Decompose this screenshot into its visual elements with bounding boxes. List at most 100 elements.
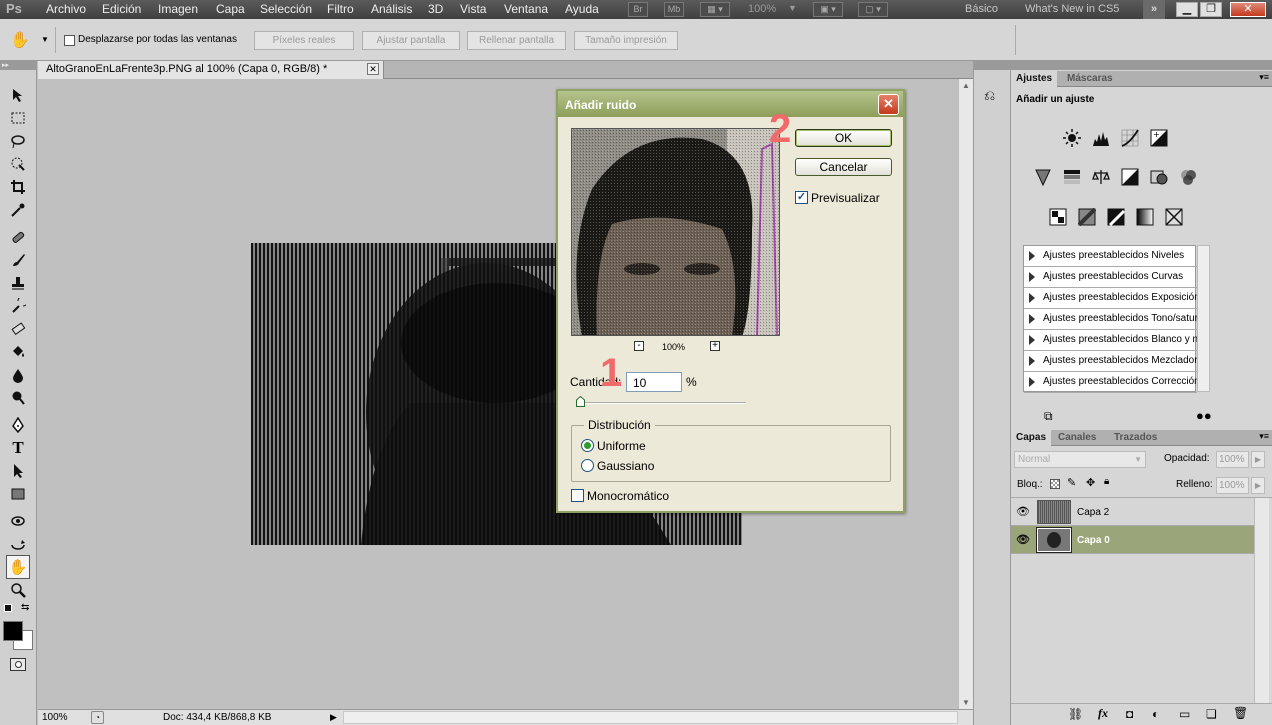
dock-strip-header[interactable] [974, 61, 1010, 70]
fit-screen-button[interactable]: Ajustar pantalla [362, 31, 460, 50]
preset-hue-saturation[interactable]: Ajustes preestablecidos Tono/saturación [1024, 309, 1197, 330]
mini-bridge-button[interactable]: Mb [664, 2, 684, 17]
bridge-button[interactable]: Br [628, 2, 648, 17]
dialog-title-bar[interactable]: Añadir ruido [558, 91, 903, 117]
layer-name[interactable]: Capa 2 [1077, 507, 1109, 518]
menu-analisis[interactable]: Análisis [371, 2, 412, 16]
menu-archivo[interactable]: Archivo [46, 2, 86, 16]
layer-mask-icon[interactable]: ◘ [1126, 707, 1133, 721]
adjustment-mode-icon[interactable]: ⧉ [1044, 409, 1053, 424]
layer-name[interactable]: Capa 0 [1077, 535, 1110, 546]
blur-tool-icon[interactable] [8, 365, 28, 385]
eyedropper-tool-icon[interactable] [8, 200, 28, 220]
uniform-radio[interactable] [581, 439, 594, 452]
threshold-icon[interactable] [1105, 207, 1127, 227]
actual-pixels-button[interactable]: Píxeles reales [254, 31, 354, 50]
curves-icon[interactable] [1119, 128, 1141, 148]
canvas-vertical-scrollbar[interactable]: ▲ ▼ [958, 79, 973, 709]
lock-position-icon[interactable]: ✥ [1086, 476, 1095, 489]
preset-selective-color[interactable]: Ajustes preestablecidos Corrección selec… [1024, 372, 1197, 393]
zoom-level[interactable]: 100% [748, 3, 776, 15]
menu-imagen[interactable]: Imagen [158, 2, 198, 16]
clone-stamp-tool-icon[interactable] [8, 273, 28, 293]
new-layer-icon[interactable]: ❏ [1206, 707, 1217, 721]
amount-slider-track[interactable] [576, 402, 746, 404]
menu-edicion[interactable]: Edición [102, 2, 141, 16]
history-panel-icon[interactable]: ⎌ [984, 87, 1000, 105]
layer-row-capa-0[interactable]: 👁︎ Capa 0 [1011, 526, 1254, 554]
filter-preview[interactable] [571, 128, 780, 336]
canvas-horizontal-scrollbar[interactable] [343, 711, 958, 724]
channel-mixer-icon[interactable] [1177, 167, 1199, 187]
opacity-input[interactable]: 100% [1216, 451, 1249, 468]
workspace-basico[interactable]: Básico [965, 3, 998, 15]
preview-zoom-out-button[interactable]: - [634, 341, 644, 351]
expand-triangle-icon[interactable] [1029, 377, 1035, 387]
pen-tool-icon[interactable] [8, 415, 28, 435]
eraser-tool-icon[interactable] [8, 319, 28, 339]
tab-mascaras[interactable]: Máscaras [1062, 71, 1118, 87]
preview-zoom-in-button[interactable]: + [710, 341, 720, 351]
layer-row-capa-2[interactable]: 👁︎ Capa 2 [1011, 498, 1254, 526]
expand-triangle-icon[interactable] [1029, 251, 1035, 261]
menu-capa[interactable]: Capa [216, 2, 245, 16]
quick-mask-icon[interactable] [10, 658, 26, 671]
expand-triangle-icon[interactable] [1029, 293, 1035, 303]
close-document-icon[interactable]: ✕ [367, 63, 379, 75]
gaussian-radio[interactable] [581, 459, 594, 472]
preset-black-white[interactable]: Ajustes preestablecidos Blanco y negro [1024, 330, 1197, 351]
dodge-tool-icon[interactable] [8, 388, 28, 408]
zoom-tool-icon[interactable] [8, 580, 28, 600]
exposure-icon[interactable]: + [1148, 128, 1170, 148]
close-window-button[interactable]: ✕ [1230, 2, 1266, 17]
type-tool-icon[interactable]: T [8, 438, 28, 458]
expand-triangle-icon[interactable] [1029, 356, 1035, 366]
print-size-button[interactable]: Tamaño impresión [574, 31, 678, 50]
fill-screen-button[interactable]: Rellenar pantalla [467, 31, 566, 50]
link-layers-icon[interactable]: ⛓︎ [1068, 707, 1083, 721]
hand-tool-icon[interactable]: ✋ [6, 555, 30, 579]
fill-input[interactable]: 100% [1216, 477, 1249, 494]
restore-window-button[interactable]: ❐ [1200, 2, 1222, 17]
menu-ayuda[interactable]: Ayuda [565, 2, 599, 16]
amount-slider-thumb[interactable] [575, 395, 585, 407]
menu-ventana[interactable]: Ventana [504, 2, 548, 16]
cancel-button[interactable]: Cancelar [795, 158, 892, 176]
arrange-documents-button[interactable]: ▣ ▾ [813, 2, 843, 17]
vibrance-icon[interactable] [1032, 167, 1054, 187]
view-extras-dropdown[interactable]: ▦ ▾ [700, 2, 730, 17]
tab-ajustes[interactable]: Ajustes [1011, 71, 1058, 87]
scroll-up-icon[interactable]: ▲ [962, 81, 970, 90]
color-balance-icon[interactable] [1090, 167, 1112, 187]
menu-vista[interactable]: Vista [460, 2, 486, 16]
status-zoom[interactable]: 100% [42, 710, 68, 725]
lasso-tool-icon[interactable] [8, 131, 28, 151]
brush-tool-icon[interactable] [8, 250, 28, 270]
move-tool-icon[interactable] [8, 85, 28, 105]
photo-filter-icon[interactable] [1148, 167, 1170, 187]
history-brush-tool-icon[interactable] [8, 296, 28, 316]
clip-to-layer-icon[interactable]: ●● [1196, 408, 1212, 423]
ok-button[interactable]: OK [795, 129, 892, 147]
crop-tool-icon[interactable] [8, 177, 28, 197]
tab-trazados[interactable]: Trazados [1109, 430, 1162, 446]
3d-orbit-tool-icon[interactable] [8, 534, 28, 554]
amount-input[interactable]: 10 [626, 372, 682, 392]
levels-icon[interactable] [1090, 128, 1112, 148]
tab-capas[interactable]: Capas [1011, 430, 1052, 446]
menu-seleccion[interactable]: Selección [260, 2, 312, 16]
presets-scrollbar[interactable] [1197, 245, 1210, 392]
workspace-whats-new[interactable]: What's New in CS5 [1025, 3, 1119, 15]
layers-scrollbar[interactable] [1254, 498, 1269, 703]
posterize-icon[interactable] [1076, 207, 1098, 227]
tab-canales[interactable]: Canales [1053, 430, 1101, 446]
hue-saturation-icon[interactable] [1061, 167, 1083, 187]
lock-transparency-icon[interactable] [1050, 479, 1060, 489]
tool-preset-dropdown-icon[interactable]: ▼ [41, 35, 49, 44]
menu-3d[interactable]: 3D [428, 2, 443, 16]
status-menu-icon[interactable]: ▶ [330, 710, 337, 725]
expand-triangle-icon[interactable] [1029, 314, 1035, 324]
foreground-color-swatch[interactable] [3, 621, 23, 641]
preview-checkbox[interactable]: ✓ [795, 191, 808, 204]
expand-triangle-icon[interactable] [1029, 335, 1035, 345]
